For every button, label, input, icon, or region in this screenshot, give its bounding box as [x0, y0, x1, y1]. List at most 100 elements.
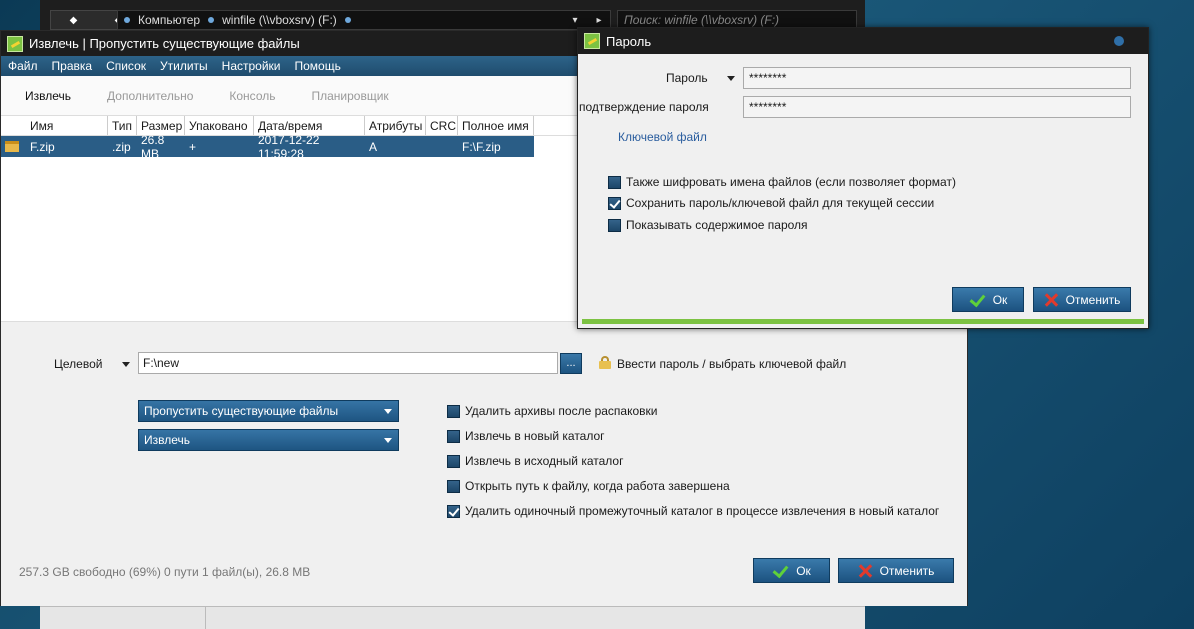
menu-utilities[interactable]: Утилиты	[153, 59, 215, 73]
checkbox-label: Извлечь в новый каталог	[465, 429, 605, 443]
checkbox-label: Извлечь в исходный каталог	[465, 454, 624, 468]
action-select[interactable]: Извлечь	[138, 429, 399, 451]
option-open-path[interactable]: Открыть путь к файлу, когда работа завер…	[447, 479, 730, 493]
dialog-ok-button[interactable]: Ок	[952, 287, 1024, 312]
dialog-accent-bar	[582, 319, 1144, 324]
file-name: F.zip	[30, 139, 55, 154]
back-arrow-icon[interactable]: ◆	[70, 15, 78, 26]
checkbox[interactable]	[608, 218, 621, 232]
confirm-label: подтверждение пароля	[579, 100, 709, 114]
column-icon-spacer	[1, 116, 26, 135]
column-name[interactable]: Имя	[26, 116, 108, 135]
checkbox-label: Удалить архивы после распаковки	[465, 404, 658, 418]
file-type: .zip	[112, 139, 131, 154]
option-delete-archives[interactable]: Удалить архивы после распаковки	[447, 404, 658, 418]
explorer-address-bar[interactable]: Компьютер winfile (\\vboxsrv) (F:)	[117, 10, 611, 30]
extract-options-panel: Целевой F:\new ... Ввести пароль / выбра…	[1, 321, 967, 606]
password-label: Пароль	[666, 71, 708, 85]
checkbox[interactable]	[447, 404, 460, 418]
chevron-down-icon	[384, 438, 392, 443]
tab-console[interactable]: Консоль	[229, 89, 275, 103]
password-dialog: Пароль Пароль ******** подтверждение пар…	[577, 27, 1149, 329]
breadcrumb-separator-icon	[124, 17, 130, 23]
menu-settings[interactable]: Настройки	[215, 59, 288, 73]
menu-file[interactable]: Файл	[1, 59, 45, 73]
keyfile-link[interactable]: Ключевой файл	[618, 130, 707, 144]
free-space-status: 257.3 GB свободно (69%)	[19, 565, 161, 579]
close-dot-icon[interactable]	[1114, 36, 1124, 46]
close-icon	[858, 564, 872, 578]
checkbox[interactable]	[447, 454, 460, 468]
checkbox-checked[interactable]	[447, 504, 460, 518]
option-encrypt-names[interactable]: Также шифровать имена файлов (если позво…	[608, 175, 956, 189]
tab-extract[interactable]: Извлечь	[25, 89, 71, 103]
dialog-title: Пароль	[606, 33, 652, 49]
file-row[interactable]: F.zip .zip 26.8 MB + 2017-12-22 11:59:28…	[1, 132, 534, 161]
breadcrumb-separator-icon	[208, 17, 215, 23]
target-path-input[interactable]: F:\new	[138, 352, 558, 374]
check-icon	[969, 294, 985, 306]
breadcrumb-separator-icon	[344, 17, 351, 23]
option-remove-single-folder[interactable]: Удалить одиночный промежуточный каталог …	[447, 504, 939, 518]
column-crc[interactable]: CRC	[426, 116, 458, 135]
archive-folder-icon	[1, 136, 26, 157]
column-attributes[interactable]: Атрибуты	[365, 116, 426, 135]
dialog-cancel-button[interactable]: Отменить	[1033, 287, 1131, 312]
target-history-dropdown-icon[interactable]	[122, 362, 130, 367]
cancel-button[interactable]: Отменить	[838, 558, 954, 583]
target-label: Целевой	[54, 357, 103, 371]
app-logo-icon	[584, 33, 600, 49]
selection-status: 0 пути 1 файл(ы), 26.8 MB	[164, 565, 311, 579]
column-packed[interactable]: Упаковано	[185, 116, 254, 135]
close-icon	[1044, 293, 1058, 307]
file-crc	[426, 136, 458, 157]
password-history-dropdown-icon[interactable]	[727, 76, 735, 81]
option-save-password[interactable]: Сохранить пароль/ключевой файл для текущ…	[608, 196, 934, 210]
app-logo-icon	[7, 35, 23, 52]
column-type[interactable]: Тип	[108, 116, 137, 135]
menu-list[interactable]: Список	[99, 59, 153, 73]
file-fullname: F:\F.zip	[462, 139, 501, 154]
file-packed: +	[189, 139, 197, 154]
checkbox-label: Показывать содержимое пароля	[626, 218, 808, 232]
browse-button[interactable]: ...	[560, 353, 582, 374]
refresh-icon[interactable]: ▸	[596, 15, 601, 26]
action-value: Извлечь	[144, 433, 191, 447]
option-new-folder[interactable]: Извлечь в новый каталог	[447, 429, 605, 443]
checkbox[interactable]	[608, 175, 621, 189]
breadcrumb-drive[interactable]: winfile (\\vboxsrv) (F:)	[222, 13, 337, 27]
password-titlebar: Пароль	[578, 28, 1148, 54]
chevron-down-icon	[384, 409, 392, 414]
password-link[interactable]: Ввести пароль / выбрать ключевой файл	[617, 357, 846, 371]
dialog-cancel-label: Отменить	[1065, 292, 1121, 307]
ok-label: Ок	[796, 563, 811, 578]
checkbox-label: Открыть путь к файлу, когда работа завер…	[465, 479, 730, 493]
dropdown-icon[interactable]: ▾	[572, 15, 577, 26]
password-input[interactable]: ********	[743, 67, 1131, 89]
menu-help[interactable]: Помощь	[288, 59, 348, 73]
file-attributes: A	[369, 139, 378, 154]
option-source-folder[interactable]: Извлечь в исходный каталог	[447, 454, 623, 468]
checkbox[interactable]	[447, 479, 460, 493]
file-datetime: 2017-12-22 11:59:28	[258, 132, 320, 161]
breadcrumb-computer[interactable]: Компьютер	[138, 13, 200, 27]
column-fullname[interactable]: Полное имя	[458, 116, 534, 135]
lock-icon	[599, 356, 611, 369]
checkbox-label: Удалить одиночный промежуточный каталог …	[465, 504, 940, 518]
option-show-password[interactable]: Показывать содержимое пароля	[608, 218, 808, 232]
window-title: Извлечь | Пропустить существующие файлы	[29, 36, 300, 51]
confirm-password-input[interactable]: ********	[743, 96, 1131, 118]
menu-edit[interactable]: Правка	[45, 59, 100, 73]
ok-button[interactable]: Ок	[753, 558, 830, 583]
checkbox-checked[interactable]	[608, 196, 621, 210]
overwrite-mode-value: Пропустить существующие файлы	[144, 404, 339, 418]
overwrite-mode-select[interactable]: Пропустить существующие файлы	[138, 400, 399, 422]
checkbox-label: Также шифровать имена файлов (если позво…	[626, 175, 956, 189]
checkbox[interactable]	[447, 429, 460, 443]
cancel-label: Отменить	[879, 563, 935, 578]
checkbox-label: Сохранить пароль/ключевой файл для текущ…	[626, 196, 935, 210]
explorer-bottom-pane	[40, 606, 865, 629]
tab-scheduler[interactable]: Планировщик	[311, 89, 388, 103]
file-size: 26.8 MB	[141, 132, 165, 161]
tab-advanced[interactable]: Дополнительно	[107, 89, 193, 103]
